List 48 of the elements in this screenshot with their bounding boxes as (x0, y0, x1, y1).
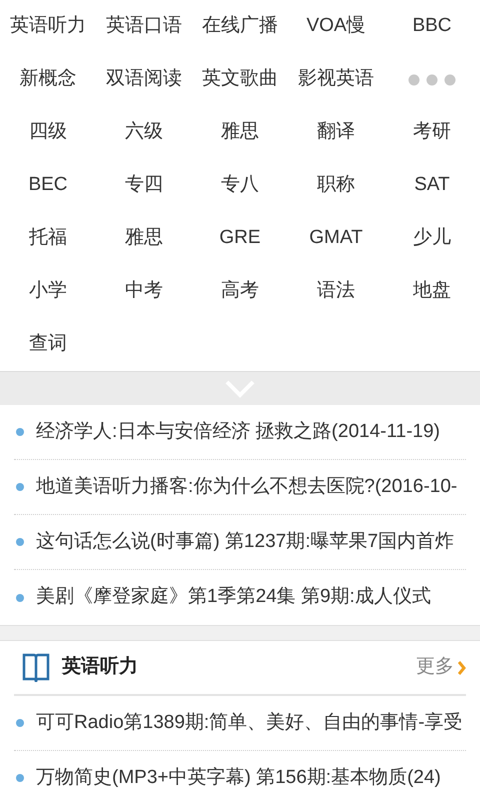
bullet-icon (16, 538, 24, 546)
article-link[interactable]: 万物简史(MP3+中英字幕) 第156期:基本物质(24) (36, 764, 441, 792)
bullet-icon (16, 594, 24, 602)
category-link[interactable]: 四级 (29, 118, 67, 147)
category-link[interactable]: 在线广播 (202, 12, 278, 41)
section-title: 英语听力 (62, 655, 138, 680)
category-link[interactable]: 专四 (125, 171, 163, 200)
expand-button[interactable] (0, 371, 480, 405)
article-link[interactable]: 经济学人:日本与安倍经济 拯救之路(2014-11-19) (36, 418, 440, 446)
category-link[interactable]: 考研 (413, 118, 451, 147)
category-link[interactable]: 专八 (221, 171, 259, 200)
category-link[interactable]: 英语听力 (10, 12, 86, 41)
chevron-right-icon (458, 660, 466, 674)
category-link[interactable]: 地盘 (413, 277, 451, 306)
category-link[interactable]: GRE (219, 224, 261, 253)
category-link[interactable]: 小学 (29, 277, 67, 306)
category-link[interactable]: 托福 (29, 224, 67, 253)
category-link[interactable]: 新概念 (20, 65, 76, 94)
category-link[interactable]: 双语阅读 (106, 65, 182, 94)
category-link[interactable]: 影视英语 (298, 65, 374, 94)
more-icon[interactable] (408, 74, 456, 86)
category-link[interactable]: 雅思 (125, 224, 163, 253)
category-link[interactable]: GMAT (309, 224, 363, 253)
category-link[interactable]: 高考 (221, 277, 259, 306)
category-link[interactable]: 查词 (29, 330, 67, 359)
bullet-icon (16, 483, 24, 491)
category-link[interactable]: SAT (414, 171, 450, 200)
category-link[interactable]: 职称 (317, 171, 355, 200)
category-link[interactable]: VOA慢 (306, 12, 366, 41)
category-link[interactable]: 语法 (317, 277, 355, 306)
category-link[interactable]: 翻译 (317, 118, 355, 147)
article-link[interactable]: 可可Radio第1389期:简单、美好、自由的事情-享受 (36, 708, 463, 738)
category-link[interactable]: 少儿 (413, 224, 451, 253)
more-link[interactable]: 更多 (416, 653, 466, 682)
book-icon (22, 652, 50, 684)
category-link[interactable]: 六级 (125, 118, 163, 147)
category-link[interactable]: BBC (412, 12, 452, 41)
bullet-icon (16, 719, 24, 727)
category-link[interactable]: 雅思 (221, 118, 259, 147)
article-link[interactable]: 这句话怎么说(时事篇) 第1237期:曝苹果7国内首炸 (36, 528, 454, 556)
bullet-icon (16, 428, 24, 436)
category-link[interactable]: 英文歌曲 (202, 65, 278, 94)
category-link[interactable]: 中考 (125, 277, 163, 306)
category-link[interactable]: BEC (28, 171, 68, 200)
article-link[interactable]: 美剧《摩登家庭》第1季第24集 第9期:成人仪式 (36, 583, 431, 612)
category-link[interactable]: 英语口语 (106, 12, 182, 41)
article-link[interactable]: 地道美语听力播客:你为什么不想去医院?(2016-10- (36, 472, 458, 502)
bullet-icon (16, 774, 24, 782)
